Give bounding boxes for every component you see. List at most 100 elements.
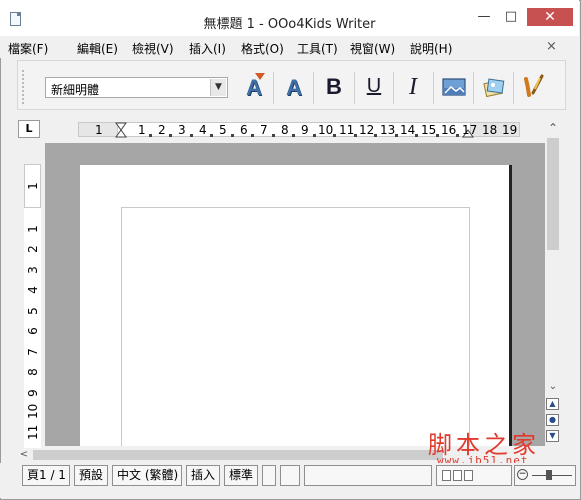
status-signature[interactable] (280, 465, 300, 486)
ruler-tick (436, 134, 439, 137)
zoom-slider-handle[interactable] (546, 470, 552, 480)
status-page-style[interactable]: 預設 (74, 465, 108, 486)
fontwork-gallery-button[interactable]: A (240, 71, 268, 103)
fontwork-accent-icon (255, 73, 265, 80)
status-selection-mode[interactable]: 標準 (224, 465, 258, 486)
menu-insert[interactable]: 插入(I) (189, 40, 226, 57)
ruler-tick (354, 134, 357, 137)
ruler-tick (313, 134, 316, 137)
ruler-tick (169, 134, 172, 137)
ruler-number: 4 (199, 123, 207, 137)
menu-file[interactable]: 檔案(F) (8, 40, 48, 57)
menu-help[interactable]: 說明(H) (410, 40, 452, 57)
menu-format[interactable]: 格式(O) (241, 40, 284, 57)
left-indent-marker-icon[interactable] (115, 122, 127, 138)
title-bar: 無標題 1 - OOo4Kids Writer — □ ✕ (0, 0, 579, 36)
previous-page-button[interactable]: ▲ (546, 398, 559, 410)
ruler-number: 10 (318, 123, 334, 137)
multi-page-view-icon[interactable] (453, 470, 462, 481)
ruler-number: 8 (281, 123, 289, 137)
ruler-number: 13 (380, 123, 396, 137)
chevron-down-icon[interactable]: ▼ (210, 79, 226, 96)
ruler-tick (251, 134, 254, 137)
menu-tools[interactable]: 工具(T) (297, 40, 338, 57)
ruler-number: 10 (26, 403, 40, 419)
insert-image-button[interactable] (440, 71, 468, 103)
fontwork-style-button[interactable]: A (280, 71, 308, 103)
close-button[interactable]: ✕ (527, 8, 573, 26)
ruler-tick (374, 134, 377, 137)
scroll-down-button[interactable]: ⌄ (545, 380, 561, 394)
ruler-number: 5 (26, 307, 40, 315)
navigation-button[interactable]: ● (546, 414, 559, 426)
tab-type-selector[interactable]: L (18, 120, 40, 138)
ruler-number: 3 (178, 123, 186, 137)
toolbar-separator (433, 72, 434, 104)
zoom-out-icon[interactable]: − (517, 469, 528, 480)
picture-icon (442, 78, 466, 96)
ruler-number: 1 (26, 225, 40, 233)
ruler-number: 2 (26, 245, 40, 253)
zoom-slider[interactable] (532, 475, 572, 476)
ruler-number: 6 (26, 327, 40, 335)
italic-button[interactable]: I (399, 71, 427, 103)
ruler-tick (395, 134, 398, 137)
close-document-icon[interactable]: × (546, 39, 557, 54)
ruler-number: 1 (95, 123, 103, 137)
menu-window[interactable]: 視窗(W) (350, 40, 395, 57)
toolbar-separator (313, 72, 314, 104)
ruler-number: 6 (240, 123, 248, 137)
next-page-button[interactable]: ▼ (546, 430, 559, 442)
menu-edit[interactable]: 編輯(E) (77, 40, 118, 57)
bold-button[interactable]: B (320, 71, 348, 103)
ruler-tick (333, 134, 336, 137)
font-name-dropdown[interactable]: 新細明體 ▼ (45, 77, 228, 98)
ruler-number: 16 (441, 123, 457, 137)
underline-button[interactable]: U (360, 71, 388, 103)
vertical-scrollbar-thumb[interactable] (547, 138, 559, 250)
scroll-up-button[interactable]: ⌃ (545, 120, 561, 136)
italic-icon: I (409, 74, 417, 100)
toolbar-separator (513, 72, 514, 104)
highlight-button[interactable] (519, 71, 547, 103)
ruler-number: 18 (482, 123, 498, 137)
scroll-left-button[interactable]: < (18, 448, 30, 462)
status-page[interactable]: 頁1 / 1 (22, 465, 70, 486)
ruler-tick (272, 134, 275, 137)
toolbar-separator (473, 72, 474, 104)
ruler-tick (231, 134, 234, 137)
status-modified[interactable] (262, 465, 276, 486)
vertical-ruler-top[interactable]: 1 (24, 164, 41, 208)
ruler-number: 17 (462, 123, 478, 137)
maximize-button[interactable]: □ (497, 8, 525, 26)
ruler-number: 1 (138, 123, 146, 137)
ruler-number: 19 (502, 123, 518, 137)
minimize-button[interactable]: — (470, 8, 498, 26)
status-language[interactable]: 中文 (繁體) (112, 465, 182, 486)
single-page-view-icon[interactable] (442, 470, 451, 481)
ruler-number: 9 (26, 389, 40, 397)
bold-icon: B (326, 74, 342, 99)
ruler-number: 8 (26, 368, 40, 376)
status-insert-mode[interactable]: 插入 (186, 465, 220, 486)
ruler-number: 2 (158, 123, 166, 137)
status-word-count (304, 465, 432, 486)
gallery-button[interactable] (480, 71, 508, 103)
ruler-number: 11 (339, 123, 355, 137)
view-layout-buttons[interactable] (436, 465, 512, 486)
fontwork-a-icon: A (286, 75, 302, 100)
font-name-value: 新細明體 (51, 83, 100, 97)
text-area-boundary[interactable] (121, 207, 470, 446)
ruler-number: 14 (400, 123, 416, 137)
ruler-tick (456, 134, 459, 137)
horizontal-scrollbar-thumb[interactable] (33, 450, 443, 460)
toolbar-separator (354, 72, 355, 104)
menu-view[interactable]: 檢視(V) (132, 40, 174, 57)
ruler-tick (190, 134, 193, 137)
ruler-number: 12 (359, 123, 375, 137)
ruler-tick (210, 134, 213, 137)
ruler-tick (415, 134, 418, 137)
book-view-icon[interactable] (464, 470, 473, 481)
toolbar-grip-icon[interactable] (22, 70, 26, 104)
toolbar-separator (393, 72, 394, 104)
